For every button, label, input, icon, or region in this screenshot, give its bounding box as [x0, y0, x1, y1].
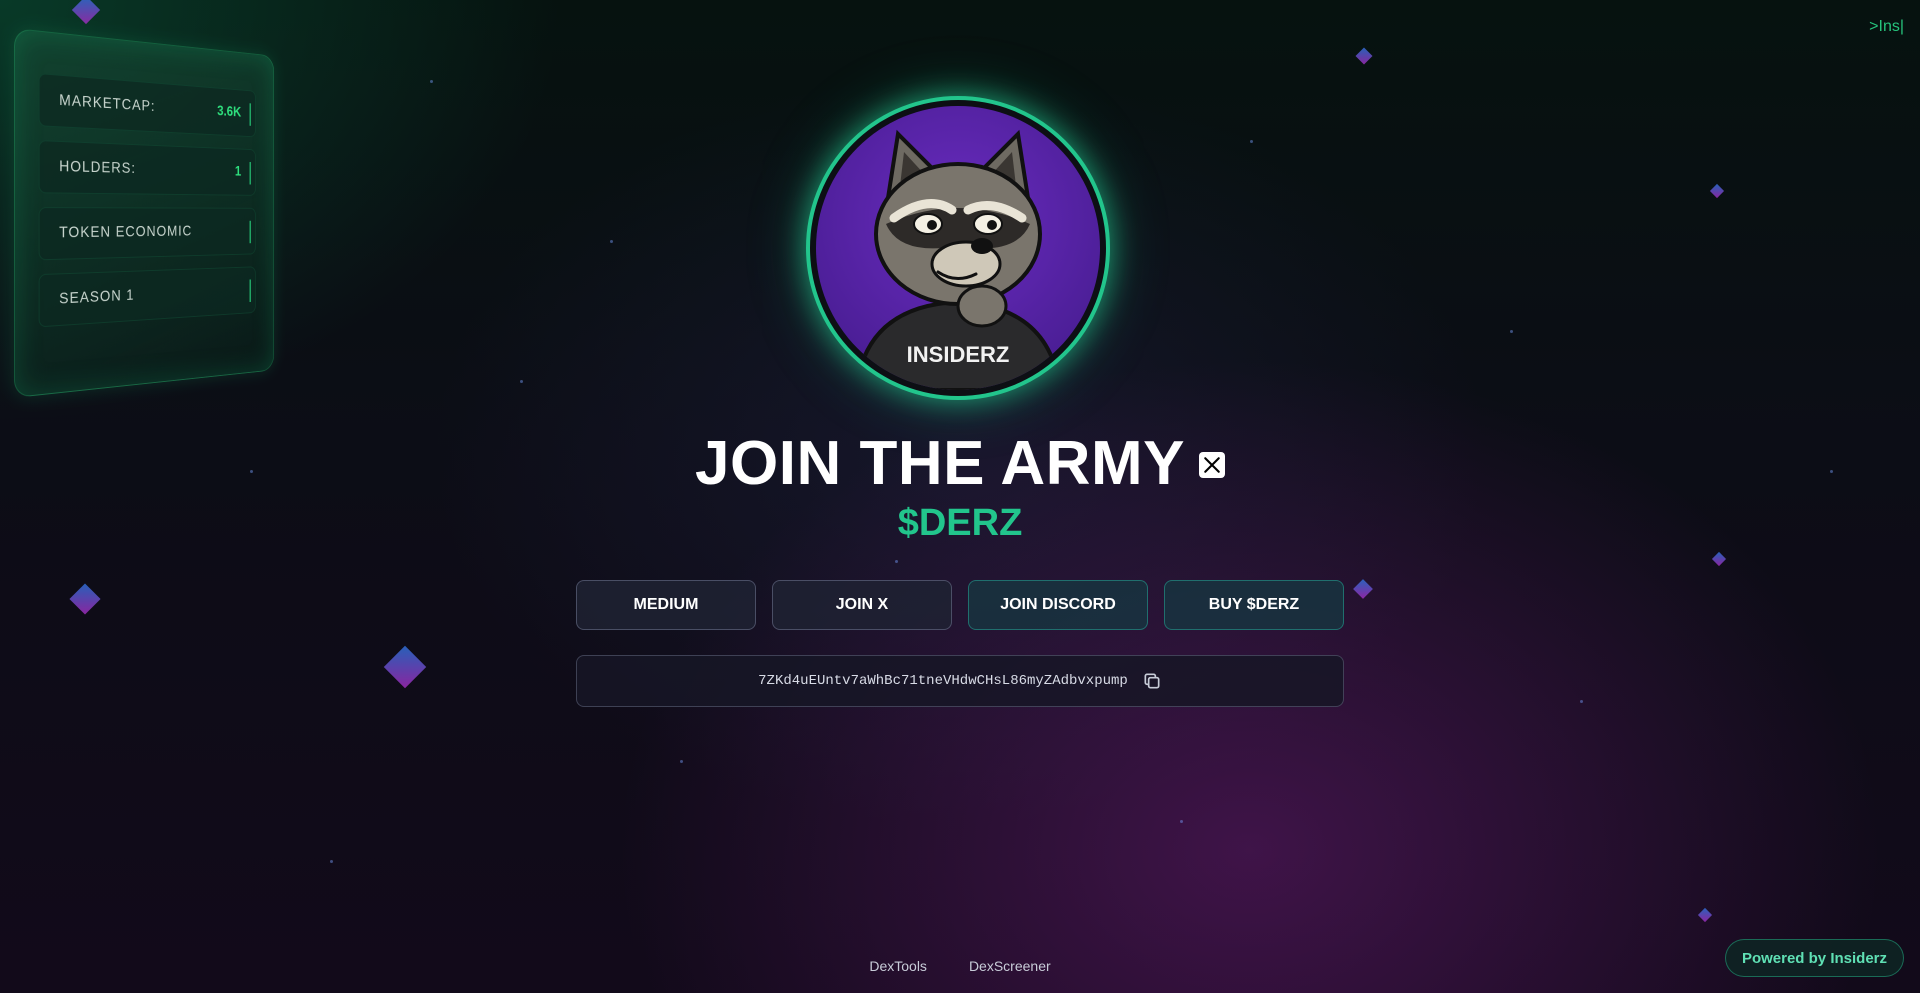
- particle: [71, 0, 101, 25]
- dust-dot: [1250, 140, 1253, 143]
- raccoon-avatar: INSIDERZ: [816, 106, 1100, 390]
- dust-dot: [895, 560, 898, 563]
- shirt-text: INSIDERZ: [907, 342, 1010, 367]
- stat-row-marketcap: MARKETCAP: 3.6K: [38, 73, 256, 138]
- page-title: JOIN THE ARMY: [695, 429, 1185, 498]
- dust-dot: [610, 240, 613, 243]
- dust-dot: [520, 380, 523, 383]
- footer-links: DexTools DexScreener: [0, 958, 1920, 974]
- x-logo-icon[interactable]: [1198, 451, 1225, 478]
- powered-by-badge[interactable]: Powered by Insiderz: [1724, 939, 1904, 977]
- page: MARKETCAP: 3.6K HOLDERS: 1 TOKEN ECONOMI…: [0, 0, 1920, 993]
- particle: [1711, 551, 1727, 567]
- stat-label: HOLDERS:: [59, 158, 136, 177]
- join-x-button[interactable]: JOIN X: [772, 580, 952, 630]
- copy-icon[interactable]: [1142, 671, 1162, 691]
- buy-token-button[interactable]: BUY $DERZ: [1164, 580, 1344, 630]
- stat-row-season[interactable]: SEASON 1: [38, 266, 256, 328]
- corner-typing-text: >Ins|: [1869, 18, 1904, 35]
- stat-label: SEASON 1: [59, 287, 135, 308]
- action-buttons: MEDIUM JOIN X JOIN DISCORD BUY $DERZ: [576, 580, 1344, 630]
- dust-dot: [680, 760, 683, 763]
- particle: [1697, 907, 1713, 923]
- dust-dot: [1510, 330, 1513, 333]
- medium-button[interactable]: MEDIUM: [576, 580, 756, 630]
- dust-dot: [430, 80, 433, 83]
- particle: [1355, 47, 1373, 65]
- stats-panel: MARKETCAP: 3.6K HOLDERS: 1 TOKEN ECONOMI…: [14, 28, 275, 398]
- contract-address: 7ZKd4uEUntv7aWhBc71tneVHdwCHsL86myZAdbvx…: [758, 673, 1128, 689]
- stat-value: 3.6K: [217, 103, 242, 121]
- stat-row-token-economic[interactable]: TOKEN ECONOMIC: [38, 207, 256, 261]
- avatar-ring: INSIDERZ: [806, 96, 1110, 400]
- dust-dot: [1180, 820, 1183, 823]
- stat-label: TOKEN ECONOMIC: [59, 223, 193, 242]
- dextools-link[interactable]: DexTools: [869, 958, 927, 974]
- join-discord-button[interactable]: JOIN DISCORD: [968, 580, 1148, 630]
- hero-title-row: JOIN THE ARMY: [0, 428, 1920, 499]
- contract-address-box[interactable]: 7ZKd4uEUntv7aWhBc71tneVHdwCHsL86myZAdbvx…: [576, 655, 1344, 707]
- dust-dot: [1580, 700, 1583, 703]
- stat-value: 1: [234, 164, 242, 180]
- particle: [383, 645, 427, 689]
- raccoon-illustration: INSIDERZ: [853, 129, 1063, 390]
- particle: [1709, 183, 1725, 199]
- dust-dot: [330, 860, 333, 863]
- stat-row-holders: HOLDERS: 1: [38, 140, 256, 196]
- particle: [69, 583, 101, 615]
- dexscreener-link[interactable]: DexScreener: [969, 958, 1051, 974]
- stat-label: MARKETCAP:: [59, 92, 156, 115]
- particle: [1353, 579, 1373, 599]
- token-ticker: $DERZ: [897, 502, 1023, 544]
